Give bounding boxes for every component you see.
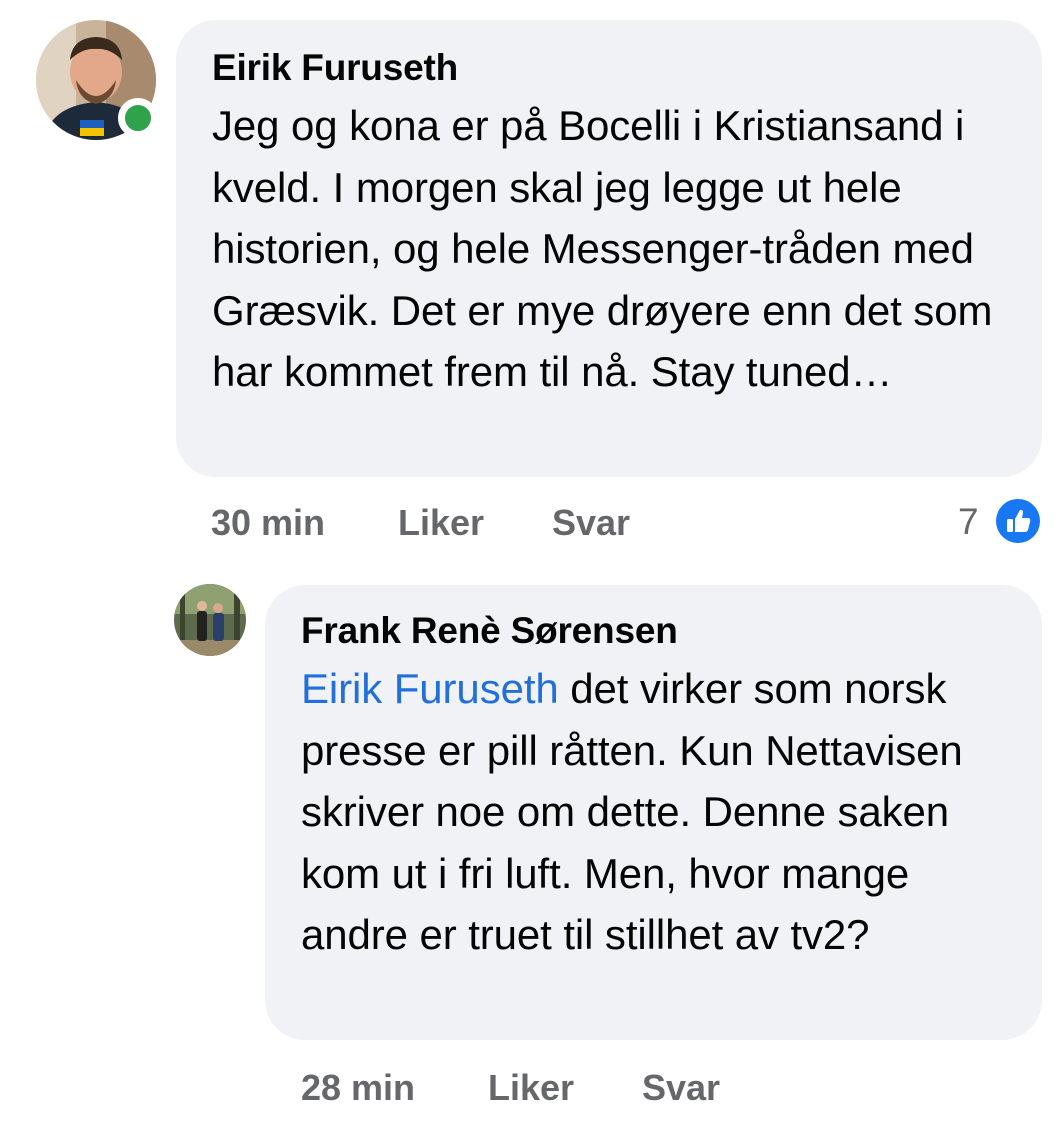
- comment-bubble: Eirik Furuseth Jeg og kona er på Bocelli…: [176, 20, 1042, 477]
- reply-button[interactable]: Svar: [552, 502, 630, 544]
- reply-button[interactable]: Svar: [642, 1067, 720, 1109]
- avatar[interactable]: [174, 584, 246, 656]
- comment-author[interactable]: Eirik Furuseth: [212, 46, 1006, 90]
- reaction-count: 7: [958, 501, 979, 542]
- thumbs-up-icon: [994, 497, 1042, 545]
- comment-author[interactable]: Frank Renè Sørensen: [301, 609, 1006, 653]
- mention-link[interactable]: Eirik Furuseth: [301, 665, 559, 712]
- comment-timestamp[interactable]: 30 min: [211, 502, 325, 544]
- comment-bubble: Frank Renè Sørensen Eirik Furuseth det v…: [265, 585, 1042, 1040]
- comment-text: Jeg og kona er på Bocelli i Kristiansand…: [212, 102, 993, 395]
- like-button[interactable]: Liker: [488, 1067, 574, 1109]
- comment-timestamp[interactable]: 28 min: [301, 1067, 415, 1109]
- comment-text: Eirik Furuseth det virker som norsk pres…: [301, 658, 1006, 966]
- online-status-dot: [118, 98, 158, 138]
- like-button[interactable]: Liker: [398, 502, 484, 544]
